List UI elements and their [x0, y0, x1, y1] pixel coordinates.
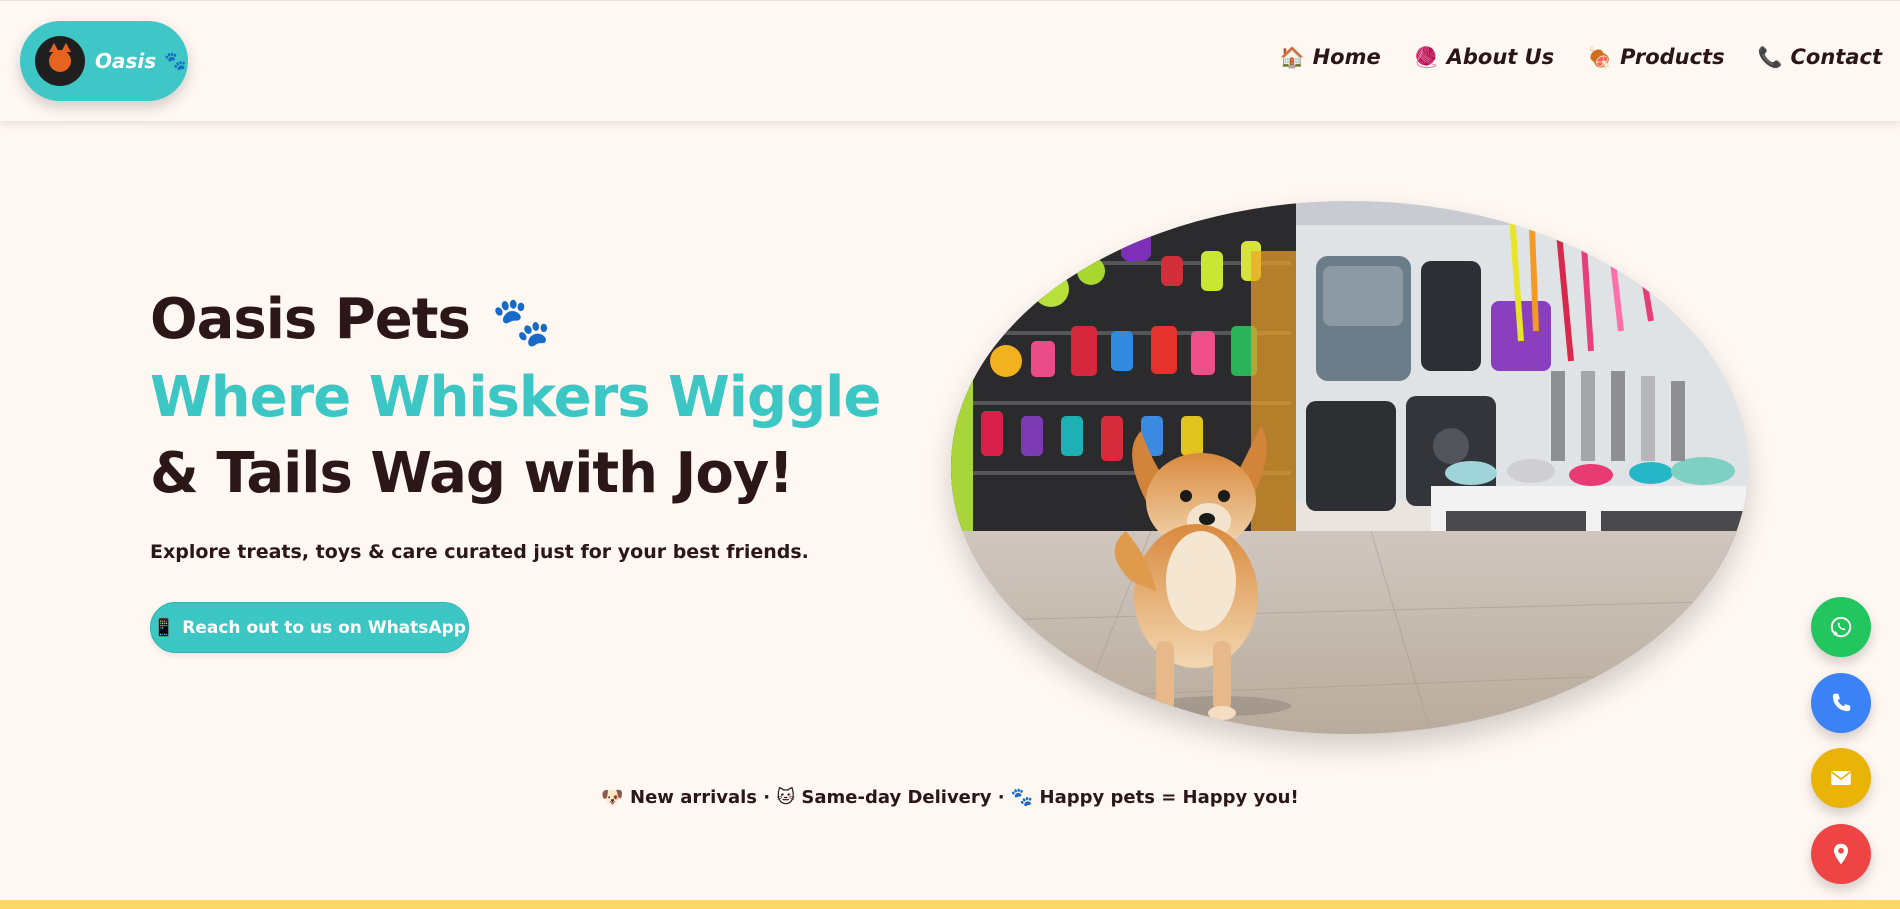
nav-item-contact[interactable]: 📞 Contact: [1758, 45, 1882, 69]
nav-item-label: Home: [1312, 45, 1381, 69]
hero-title-line-1: Oasis Pets 🐾: [150, 282, 880, 360]
map-pin-icon: [1833, 843, 1849, 865]
bottom-accent-bar: [0, 900, 1900, 909]
hero-title: Oasis Pets 🐾 Where Whiskers Wiggle & Tail…: [150, 282, 881, 512]
brand-name: Oasis: [95, 49, 157, 73]
mobile-phone-icon: 📱: [153, 617, 175, 638]
meat-icon: 🍖: [1587, 45, 1613, 69]
call-fab-button[interactable]: [1811, 673, 1871, 733]
cta-label: Reach out to us on WhatsApp: [182, 617, 466, 638]
paw-icon: 🐾: [491, 294, 552, 350]
site-header: Oasis 🐾 🏠 Home 🧶 About Us 🍖 Products 📞 C…: [0, 0, 1900, 121]
nav-item-products[interactable]: 🍖 Products: [1587, 45, 1724, 69]
phone-icon: [1832, 693, 1851, 712]
brand-logo[interactable]: Oasis 🐾: [20, 21, 188, 101]
phone-icon: 📞: [1757, 45, 1783, 69]
tagline-strip: 🐶 New arrivals · 🐱 Same-day Delivery · 🐾…: [601, 787, 1299, 808]
whatsapp-fab-button[interactable]: [1811, 597, 1871, 657]
pet-store-photo: [951, 201, 1748, 734]
hero-subtitle: Explore treats, toys & care curated just…: [150, 541, 809, 563]
main-nav: 🏠 Home 🧶 About Us 🍖 Products 📞 Contact: [1247, 45, 1882, 69]
nav-item-home[interactable]: 🏠 Home: [1280, 45, 1381, 69]
nav-item-label: Contact: [1790, 45, 1883, 69]
house-icon: 🏠: [1279, 45, 1305, 69]
location-fab-button[interactable]: [1811, 824, 1871, 884]
yarn-icon: 🧶: [1413, 45, 1439, 69]
email-fab-button[interactable]: [1811, 748, 1871, 808]
whatsapp-icon: [1830, 616, 1852, 638]
nav-item-about-us[interactable]: 🧶 About Us: [1414, 45, 1554, 69]
nav-item-label: About Us: [1446, 45, 1555, 69]
hero-title-line-2: Where Whiskers Wiggle: [150, 365, 881, 430]
mail-icon: [1831, 770, 1851, 786]
hero-title-line-3: & Tails Wag with Joy!: [150, 441, 794, 506]
cat-logo-icon: [35, 36, 85, 86]
hero-image: [951, 201, 1748, 734]
paw-icon: 🐾: [164, 50, 187, 72]
hero-title-text: Oasis Pets: [150, 287, 471, 352]
nav-item-label: Products: [1620, 45, 1725, 69]
whatsapp-cta-button[interactable]: 📱 Reach out to us on WhatsApp: [150, 602, 469, 653]
